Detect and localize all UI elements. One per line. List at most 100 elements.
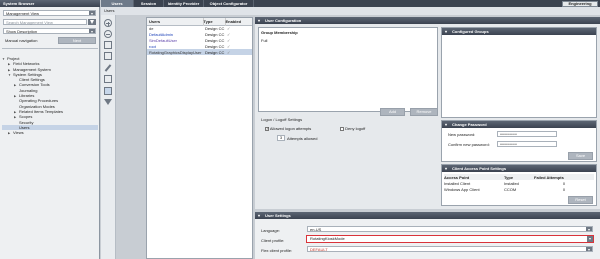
users-table: Users Type Enabled de Design CC ✓ DefaultAd… [147,18,252,55]
filter-button[interactable] [88,19,96,25]
enabled-check-icon: ✓ [227,49,231,55]
paste-icon[interactable] [104,52,112,60]
language-select[interactable]: en-US [307,226,593,232]
confirm-password-field[interactable]: •••••••••••••••• [497,141,557,147]
enabled-column-header[interactable]: Enabled [224,18,252,25]
client-profile-label: Client profile: [261,238,285,243]
access-point-table: Access Point Type Failed Attempts Instal… [444,174,594,192]
user-type-cell: Design CC [205,49,225,55]
remove-group-button[interactable]: Remove [410,108,438,116]
save-password-button[interactable]: Save [568,152,593,160]
client-access-header[interactable]: Client Access Point Settings [442,165,596,172]
tree-node-label: Operating Procedures [19,98,59,104]
tree-node-label: Organization Modes [19,103,55,109]
new-password-field[interactable]: •••••••••••••••• [497,131,557,137]
new-password-label: New password: [448,132,476,137]
tree-node-label: Client Settings [19,77,45,83]
user-type-cell: Design CC [205,43,225,49]
access-point-cell: Windows App Client [444,186,480,192]
tree-node-label: Journaling [19,87,38,93]
project-tree: ▼ Project ▶ Field Networks ▶ Management Syste… [2,56,98,135]
breadcrumb: Users [101,7,600,15]
tree-node-label: Field Networks [13,61,40,67]
configured-groups-panel: Configured Groups [441,27,597,118]
copy-icon[interactable] [104,41,112,49]
deny-logoff-option[interactable]: Deny logoff [340,126,365,131]
manual-navigation-label: Manual navigation [5,38,38,43]
user-configuration-body: Group Membership Full Add Remove Configu… [255,24,600,209]
client-profile-select[interactable]: RotatingKioskMode [306,235,594,243]
configured-groups-header[interactable]: Configured Groups [442,28,596,35]
attempts-stepper[interactable]: 3 [277,135,285,141]
allowed-logon-attempts-checkbox[interactable]: ✓ [265,126,269,131]
users-list-panel: Users Type Enabled de Design CC ✓ DefaultAd… [146,17,253,259]
clipboard-icon[interactable] [104,75,112,83]
flex-client-profile-select[interactable]: DEFAULT [307,246,593,252]
chevron-down-icon [587,236,593,242]
tree-node-label: Project [7,56,20,61]
change-password-panel: Change Password New password: ••••••••••… [441,120,597,162]
type-column-header[interactable]: Type [202,18,225,25]
system-browser-title: System Browser [0,0,100,7]
tree-node[interactable]: ▶ Views [2,130,98,135]
tab-identity-provider[interactable]: Identity Provider [164,0,204,7]
group-membership-title: Group Membership [261,30,298,35]
deny-logoff-label: Deny logoff [345,126,366,131]
attempts-allowed-label: Attempts allowed [287,136,318,141]
tree-node-label: Conversion Tools [19,82,50,88]
confirm-password-label: Confirm new password: [448,142,490,147]
tree-node-label: Views [13,130,24,136]
table-row[interactable]: RotatingGraphicsDisplayUser Design CC ✓ [147,49,252,55]
users-column-header[interactable]: Users [147,18,203,25]
tab-users[interactable]: Users [101,0,134,7]
view-select-value: Management View [6,11,40,16]
client-access-panel: Client Access Point Settings Access Poin… [441,164,597,206]
view-select[interactable]: Management View [3,10,96,16]
chevron-down-icon [89,11,95,15]
change-password-header[interactable]: Change Password [442,121,596,128]
user-settings-header[interactable]: User Settings [255,212,600,219]
chevron-down-icon [586,227,592,231]
divider [2,48,98,49]
tree-node-label: Scopes [19,114,33,120]
system-browser-pane: System Browser Management View Search Ma… [0,0,100,259]
engineering-mode-button[interactable]: Engineering [562,0,598,7]
chevron-down-icon [89,29,95,33]
table-row[interactable]: Windows App Client CCOM 0 [444,186,594,192]
delete-user-icon[interactable] [104,30,112,38]
language-label: Language: [261,228,280,233]
user-type-cell: Design CC [205,37,225,43]
tree-node-label: Security [19,119,34,125]
pencil-icon[interactable] [104,64,112,72]
allowed-logon-attempts-label: Allowed logon attempts [269,126,312,131]
users-icon[interactable] [104,87,112,95]
tab-bar: Users Session Identity Provider Object Conf… [101,0,600,7]
group-membership-panel: Group Membership Full [258,27,438,112]
access-point-cell: CCOM [504,186,517,192]
flex-client-profile-label: Flex client profile: [261,248,293,253]
vertical-toolbar [101,15,116,259]
tree-node-label: Users [19,124,30,130]
flex-client-profile-value: DEFAULT [310,247,328,252]
user-configuration-header[interactable]: User Configuration [255,17,600,24]
tree-node-label: Libraries [19,93,35,99]
search-placeholder: Search Management View [6,20,53,25]
filter-icon [89,20,94,24]
allowed-logon-attempts-option[interactable]: ✓ Allowed logon attempts [265,126,311,131]
new-user-icon[interactable] [104,19,112,27]
tree-node-label: System Settings [13,71,42,77]
client-profile-value: RotatingKioskMode [310,236,345,241]
search-input[interactable]: Search Management View [3,19,87,25]
description-select[interactable]: Show Description [3,28,96,34]
add-group-button[interactable]: Add [380,108,405,116]
group-list-item[interactable]: Full [259,37,437,44]
manual-navigation-next-button[interactable]: Next [58,37,96,44]
reset-attempts-button[interactable]: Reset [568,196,593,204]
tab-session[interactable]: Session [134,0,164,7]
tree-node-label: Related Items Templates [19,108,63,114]
tab-object-configurator[interactable]: Object Configurator [204,0,254,7]
description-select-value: Show Description [6,29,38,34]
deny-logoff-checkbox[interactable] [340,126,344,131]
user-name-cell: RotatingGraphicsDisplayUser [149,49,202,55]
user-type-cell: Design CC [205,31,225,37]
